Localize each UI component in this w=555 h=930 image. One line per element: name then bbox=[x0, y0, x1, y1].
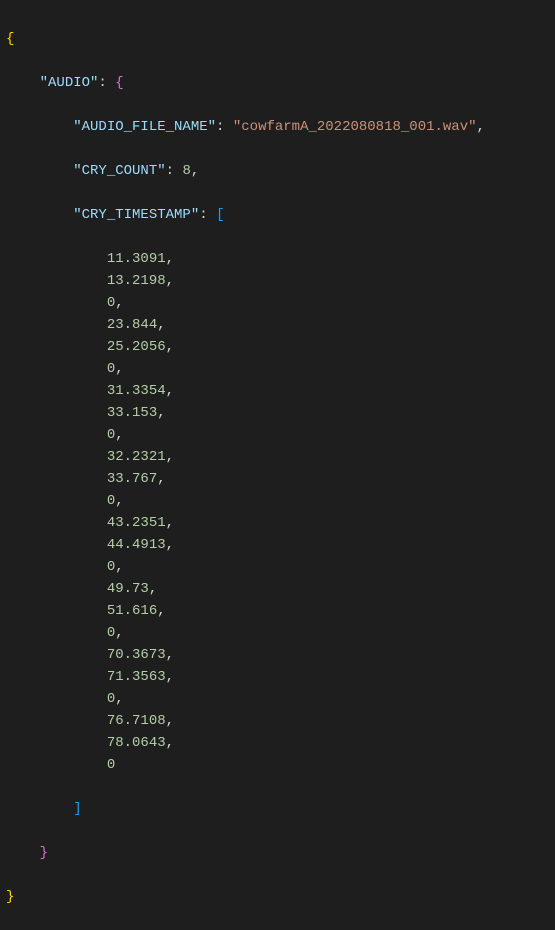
timestamp-value: 51.616, bbox=[6, 600, 555, 622]
timestamp-value: 49.73, bbox=[6, 578, 555, 600]
timestamp-value: 0, bbox=[6, 424, 555, 446]
timestamp-value: 70.3673, bbox=[6, 644, 555, 666]
brace-close-top: } bbox=[6, 886, 555, 908]
timestamp-value: 31.3354, bbox=[6, 380, 555, 402]
timestamp-value: 76.7108, bbox=[6, 710, 555, 732]
timestamp-value: 0, bbox=[6, 292, 555, 314]
file-name-line: "AUDIO_FILE_NAME": "cowfarmA_2022080818_… bbox=[6, 116, 555, 138]
code-editor[interactable]: { "AUDIO": { "AUDIO_FILE_NAME": "cowfarm… bbox=[6, 6, 555, 930]
bracket-close-ts: ] bbox=[6, 798, 555, 820]
timestamp-array: 11.3091, 13.2198, 0, 23.844, 25.2056, 0,… bbox=[6, 248, 555, 776]
brace-close-audio: } bbox=[6, 842, 555, 864]
timestamp-value: 43.2351, bbox=[6, 512, 555, 534]
timestamp-value: 33.153, bbox=[6, 402, 555, 424]
timestamp-value: 23.844, bbox=[6, 314, 555, 336]
timestamp-value: 0, bbox=[6, 556, 555, 578]
timestamp-value: 32.2321, bbox=[6, 446, 555, 468]
cry-count-line: "CRY_COUNT": 8, bbox=[6, 160, 555, 182]
timestamp-value: 11.3091, bbox=[6, 248, 555, 270]
timestamp-value: 0, bbox=[6, 490, 555, 512]
timestamp-value: 0, bbox=[6, 358, 555, 380]
timestamp-value: 78.0643, bbox=[6, 732, 555, 754]
timestamp-value: 13.2198, bbox=[6, 270, 555, 292]
timestamp-value: 71.3563, bbox=[6, 666, 555, 688]
timestamp-value: 0, bbox=[6, 622, 555, 644]
cry-timestamp-key-line: "CRY_TIMESTAMP": [ bbox=[6, 204, 555, 226]
timestamp-value: 0 bbox=[6, 754, 555, 776]
timestamp-value: 25.2056, bbox=[6, 336, 555, 358]
brace-open-top: { bbox=[6, 28, 555, 50]
timestamp-value: 33.767, bbox=[6, 468, 555, 490]
timestamp-value: 0, bbox=[6, 688, 555, 710]
audio-key-line: "AUDIO": { bbox=[6, 72, 555, 94]
timestamp-value: 44.4913, bbox=[6, 534, 555, 556]
